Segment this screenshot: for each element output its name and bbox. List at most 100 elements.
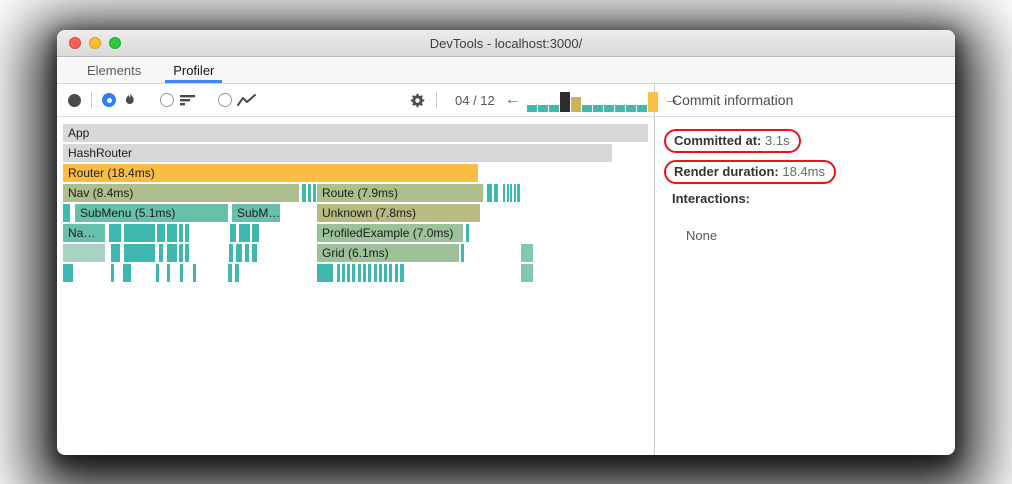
flame-bar[interactable] <box>461 244 464 262</box>
flame-bar[interactable] <box>368 264 371 282</box>
toolbar-separator <box>91 92 92 108</box>
commit-selector-chart[interactable] <box>526 88 658 112</box>
zoom-window-button[interactable] <box>109 37 121 49</box>
flame-bar[interactable] <box>63 244 105 262</box>
flame-bar[interactable] <box>379 264 382 282</box>
commit-bar[interactable] <box>603 105 614 112</box>
flame-bar[interactable] <box>109 224 121 242</box>
flame-bar[interactable] <box>193 264 196 282</box>
flame-bar[interactable] <box>302 184 306 202</box>
commit-bar[interactable] <box>581 105 592 112</box>
flame-bar-submenu-5-1ms[interactable]: SubMenu (5.1ms) <box>75 204 228 222</box>
flame-bar[interactable] <box>521 244 533 262</box>
flame-row: SubMenu (5.1ms) SubM… Unknown (7.8ms) <box>63 204 654 222</box>
commit-bar[interactable] <box>570 97 581 112</box>
commit-bar-selected[interactable] <box>559 92 570 112</box>
flame-bar[interactable] <box>494 184 498 202</box>
devtools-window: DevTools - localhost:3000/ Elements Prof… <box>57 30 955 455</box>
flame-bar[interactable] <box>111 264 114 282</box>
flame-bar[interactable] <box>239 224 250 242</box>
flame-bar[interactable] <box>179 224 183 242</box>
flame-bar-route-7-9ms[interactable]: Route (7.9ms) <box>317 184 483 202</box>
flame-bar[interactable] <box>487 184 492 202</box>
flame-bar[interactable] <box>252 224 259 242</box>
record-button[interactable] <box>68 93 81 107</box>
flame-bar[interactable] <box>514 184 516 202</box>
flame-bar[interactable] <box>252 244 257 262</box>
flame-bar-subm[interactable]: SubM… <box>232 204 280 222</box>
flame-bar[interactable] <box>313 184 316 202</box>
flame-bar[interactable] <box>236 244 242 262</box>
flame-bar[interactable] <box>342 264 345 282</box>
commit-bar[interactable] <box>548 105 559 112</box>
previous-commit-button[interactable]: ← <box>501 92 525 108</box>
flame-bar[interactable] <box>503 184 505 202</box>
flame-bar[interactable] <box>337 264 340 282</box>
flame-bar[interactable] <box>245 244 249 262</box>
commit-bar[interactable] <box>636 105 647 112</box>
flame-bar[interactable] <box>167 264 170 282</box>
flame-bar-app[interactable]: App <box>63 124 648 142</box>
close-window-button[interactable] <box>69 37 81 49</box>
flame-bar-na[interactable]: Na… <box>63 224 105 242</box>
flame-bar[interactable] <box>507 184 509 202</box>
flame-bar[interactable] <box>157 224 165 242</box>
flame-bar[interactable] <box>510 184 512 202</box>
flame-bar-hashrouter[interactable]: HashRouter <box>63 144 612 162</box>
ranked-view-radio[interactable] <box>160 93 174 107</box>
interactions-chart-icon[interactable] <box>237 93 257 108</box>
commit-bar[interactable] <box>625 105 636 112</box>
commit-bar[interactable] <box>614 105 625 112</box>
flamegraph-view-radio[interactable] <box>102 93 116 107</box>
flame-bar[interactable] <box>235 264 239 282</box>
flame-bar[interactable] <box>521 264 533 282</box>
flame-bar[interactable] <box>179 244 183 262</box>
flame-bar[interactable] <box>358 264 361 282</box>
interactions-view-radio[interactable] <box>218 93 232 107</box>
flame-bar[interactable] <box>395 264 398 282</box>
flame-bar[interactable] <box>517 184 520 202</box>
flame-bar[interactable] <box>317 264 333 282</box>
flame-bar[interactable] <box>374 264 377 282</box>
flame-bar[interactable] <box>124 224 155 242</box>
flame-bar[interactable] <box>167 224 177 242</box>
flame-bar[interactable] <box>400 264 404 282</box>
commit-bar[interactable] <box>592 105 603 112</box>
committed-at-value: 3.1s <box>765 133 790 148</box>
minimize-window-button[interactable] <box>89 37 101 49</box>
flame-bar[interactable] <box>229 244 233 262</box>
flame-bar-unknown-7-8ms[interactable]: Unknown (7.8ms) <box>317 204 480 222</box>
flame-bar[interactable] <box>180 264 183 282</box>
commit-bar[interactable] <box>526 105 537 112</box>
flame-bar[interactable] <box>389 264 392 282</box>
flame-bar[interactable] <box>230 224 236 242</box>
flame-bar[interactable] <box>228 264 232 282</box>
flame-bar[interactable] <box>63 204 70 222</box>
flame-bar[interactable] <box>156 264 159 282</box>
tab-elements[interactable]: Elements <box>71 57 157 83</box>
flame-bar[interactable] <box>111 244 120 262</box>
flame-bar[interactable] <box>185 244 189 262</box>
flame-bar-profiledexample-7-0ms[interactable]: ProfiledExample (7.0ms) <box>317 224 463 242</box>
flame-bar-nav-8-4ms[interactable]: Nav (8.4ms) <box>63 184 299 202</box>
title-bar[interactable]: DevTools - localhost:3000/ <box>57 30 955 57</box>
flame-bar[interactable] <box>347 264 350 282</box>
flame-icon[interactable] <box>122 92 138 108</box>
flame-bar[interactable] <box>352 264 355 282</box>
ranked-chart-icon[interactable] <box>179 93 196 107</box>
flame-bar[interactable] <box>123 264 131 282</box>
flame-bar[interactable] <box>124 244 155 262</box>
flame-bar[interactable] <box>363 264 366 282</box>
flame-bar-grid-6-1ms[interactable]: Grid (6.1ms) <box>317 244 459 262</box>
commit-bar[interactable] <box>537 105 548 112</box>
flame-bar[interactable] <box>466 224 469 242</box>
flame-bar[interactable] <box>384 264 387 282</box>
flame-bar[interactable] <box>159 244 163 262</box>
flame-bar[interactable] <box>63 264 73 282</box>
flame-bar[interactable] <box>185 224 189 242</box>
tab-profiler[interactable]: Profiler <box>157 57 230 83</box>
flame-bar-router-18-4ms[interactable]: Router (18.4ms) <box>63 164 478 182</box>
flame-bar[interactable] <box>167 244 177 262</box>
settings-gear-icon[interactable] <box>409 92 426 109</box>
flame-bar[interactable] <box>308 184 311 202</box>
